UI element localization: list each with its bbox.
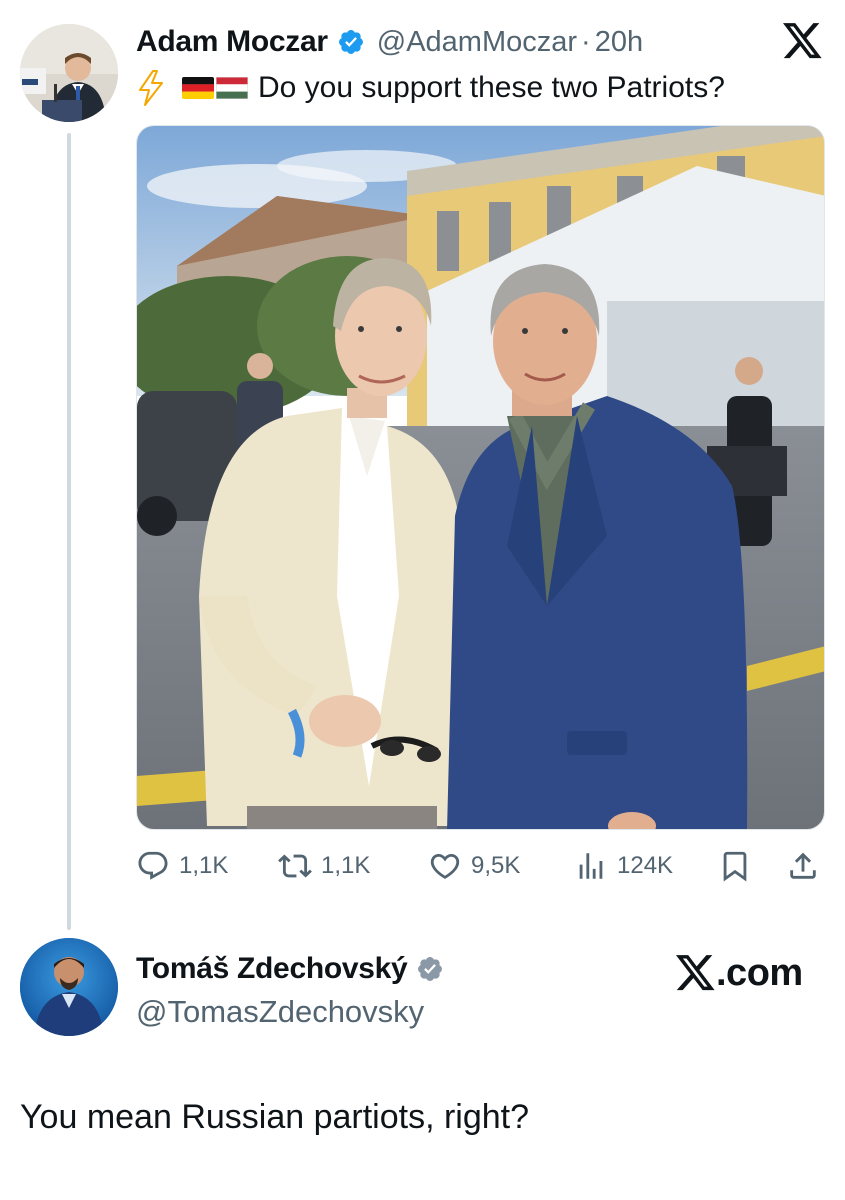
avatar-photo	[20, 24, 118, 122]
brand-domain-label: .com	[716, 951, 803, 994]
author-handle[interactable]: @AdamMoczar	[377, 26, 577, 59]
views-button[interactable]: 124K	[574, 846, 673, 886]
tweet-photo[interactable]	[136, 125, 825, 830]
reply-count: 1,1K	[179, 852, 229, 879]
repost-count: 1,1K	[321, 852, 371, 879]
time-separator: ·	[581, 25, 591, 58]
x-logo-icon	[783, 23, 822, 59]
reply-icon	[138, 851, 168, 880]
reply-button[interactable]: 1,1K	[136, 846, 228, 886]
tweet-body-text: Do you support these two Patriots?	[258, 71, 725, 104]
repost-button[interactable]: 1,1K	[278, 846, 370, 886]
repost-icon	[278, 854, 312, 878]
reply-header: Tomáš Zdechovský	[136, 948, 456, 990]
like-button[interactable]: 9,5K	[428, 846, 520, 886]
reply-text: You mean Russian partiots, right?	[20, 1098, 530, 1136]
hungary-flag-icon	[216, 77, 248, 99]
avatar[interactable]	[20, 938, 118, 1036]
thread-connector-line	[67, 133, 71, 930]
photo-illustration	[137, 126, 824, 829]
avatar[interactable]	[20, 24, 118, 122]
germany-flag-icon	[182, 77, 214, 99]
tweet-header: Adam Moczar @AdamMoczar · 20h	[136, 22, 643, 62]
bookmark-icon	[723, 851, 747, 882]
x-logo-icon	[676, 954, 715, 990]
views-chart-icon	[579, 853, 603, 879]
bookmark-button[interactable]	[718, 846, 752, 886]
share-button[interactable]	[786, 846, 820, 886]
high-voltage-emoji-icon	[139, 70, 163, 106]
x-com-brand: .com	[676, 948, 803, 998]
share-icon	[790, 852, 816, 879]
like-count: 9,5K	[471, 852, 521, 879]
verified-badge-icon	[418, 957, 443, 981]
tweet-action-bar: 1,1K 1,1K 9,5K 124K	[136, 846, 826, 886]
author-display-name[interactable]: Adam Moczar	[136, 25, 328, 59]
heart-icon	[430, 853, 460, 879]
tweet-text: Do you support these two Patriots?	[136, 67, 725, 109]
reply-author-display-name[interactable]: Tomáš Zdechovský	[136, 952, 408, 986]
verified-badge-icon	[338, 30, 363, 54]
view-count: 124K	[617, 852, 674, 879]
tweet-timestamp[interactable]: 20h	[595, 26, 643, 59]
avatar-photo	[20, 938, 118, 1036]
reply-author-handle[interactable]: @TomasZdechovsky	[136, 992, 424, 1032]
